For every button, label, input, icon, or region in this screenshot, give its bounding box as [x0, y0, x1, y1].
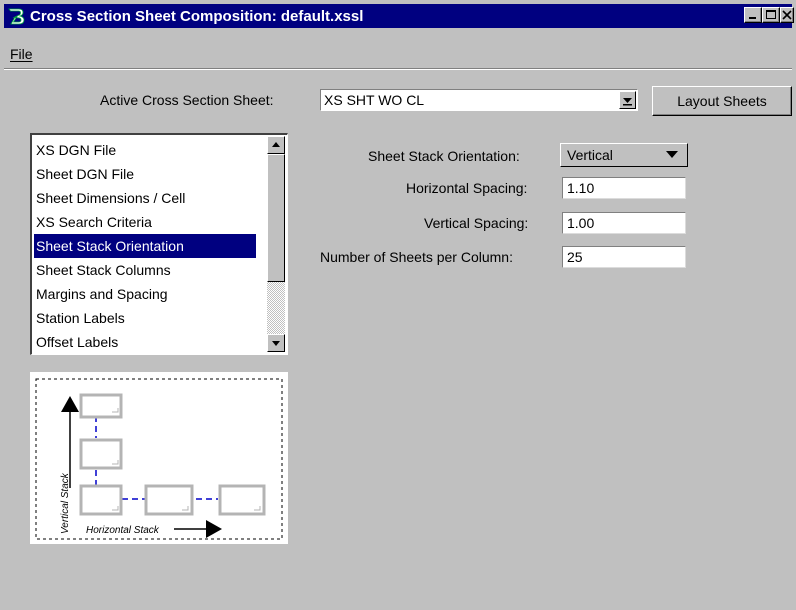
- sheet-icon: [79, 393, 266, 516]
- chevron-down-icon: [666, 151, 678, 158]
- arrow-up-icon: [61, 396, 79, 412]
- menu-separator: [4, 68, 792, 70]
- menu-file[interactable]: File: [10, 46, 33, 62]
- list-item[interactable]: XS Search Criteria: [34, 210, 256, 234]
- scroll-thumb[interactable]: [267, 154, 285, 282]
- vertical-spacing-label: Vertical Spacing:: [424, 215, 529, 231]
- category-list[interactable]: XS DGN File Sheet DGN File Sheet Dimension…: [30, 133, 288, 355]
- active-sheet-value: XS SHT WO CL: [324, 92, 425, 108]
- arrow-down-icon: [272, 341, 280, 346]
- list-item[interactable]: Sheet DGN File: [34, 162, 256, 186]
- bentley-b-icon: [8, 8, 25, 25]
- category-list-items: XS DGN File Sheet DGN File Sheet Dimension…: [34, 138, 256, 354]
- scroll-down-button[interactable]: [267, 334, 285, 352]
- layout-sheets-button[interactable]: Layout Sheets: [652, 86, 792, 116]
- sheets-per-column-value: 25: [567, 249, 583, 265]
- horizontal-spacing-value: 1.10: [567, 180, 595, 196]
- minimize-icon: [749, 17, 756, 19]
- vertical-stack-label: Vertical Stack: [60, 472, 71, 534]
- active-sheet-combo[interactable]: XS SHT WO CL: [320, 89, 638, 111]
- orientation-value: Vertical: [567, 147, 613, 163]
- dialog-window: Cross Section Sheet Composition: default…: [0, 0, 796, 610]
- list-item[interactable]: Margins and Spacing: [34, 282, 256, 306]
- sheets-per-column-input[interactable]: 25: [562, 246, 686, 268]
- list-item[interactable]: Station Labels: [34, 306, 256, 330]
- orientation-select[interactable]: Vertical: [560, 143, 688, 167]
- stack-preview: Vertical Stack Horizontal Stack: [30, 372, 288, 544]
- list-item[interactable]: Sheet Stack Orientation: [34, 234, 256, 258]
- scroll-up-button[interactable]: [267, 136, 285, 154]
- minimize-button[interactable]: [744, 7, 762, 23]
- list-item[interactable]: Sheet Dimensions / Cell: [34, 186, 256, 210]
- list-item[interactable]: Sheet Stack Columns: [34, 258, 256, 282]
- scroll-track[interactable]: [267, 282, 285, 334]
- arrow-up-icon: [272, 142, 280, 147]
- horizontal-spacing-label: Horizontal Spacing:: [406, 180, 528, 196]
- horizontal-spacing-input[interactable]: 1.10: [562, 177, 686, 199]
- active-sheet-dropdown-button[interactable]: [619, 91, 636, 109]
- vertical-spacing-input[interactable]: 1.00: [562, 212, 686, 234]
- window-title: Cross Section Sheet Composition: default…: [30, 7, 364, 25]
- orientation-label: Sheet Stack Orientation:: [368, 148, 520, 164]
- active-sheet-label: Active Cross Section Sheet:: [100, 92, 274, 108]
- stack-orientation-diagram: Vertical Stack Horizontal Stack: [35, 378, 283, 540]
- arrow-right-icon: [206, 520, 222, 538]
- maximize-button[interactable]: [762, 7, 780, 23]
- horizontal-stack-label: Horizontal Stack: [86, 525, 160, 536]
- sheets-per-column-label: Number of Sheets per Column:: [320, 249, 513, 265]
- vertical-spacing-value: 1.00: [567, 215, 595, 231]
- list-item[interactable]: Offset Labels: [34, 330, 256, 354]
- list-item[interactable]: XS DGN File: [34, 138, 256, 162]
- list-scrollbar[interactable]: [267, 136, 285, 352]
- title-bar[interactable]: Cross Section Sheet Composition: default…: [4, 4, 794, 28]
- maximize-icon: [766, 10, 776, 19]
- close-button[interactable]: [780, 7, 794, 23]
- close-icon: [782, 10, 792, 20]
- chevron-down-icon: [623, 98, 632, 106]
